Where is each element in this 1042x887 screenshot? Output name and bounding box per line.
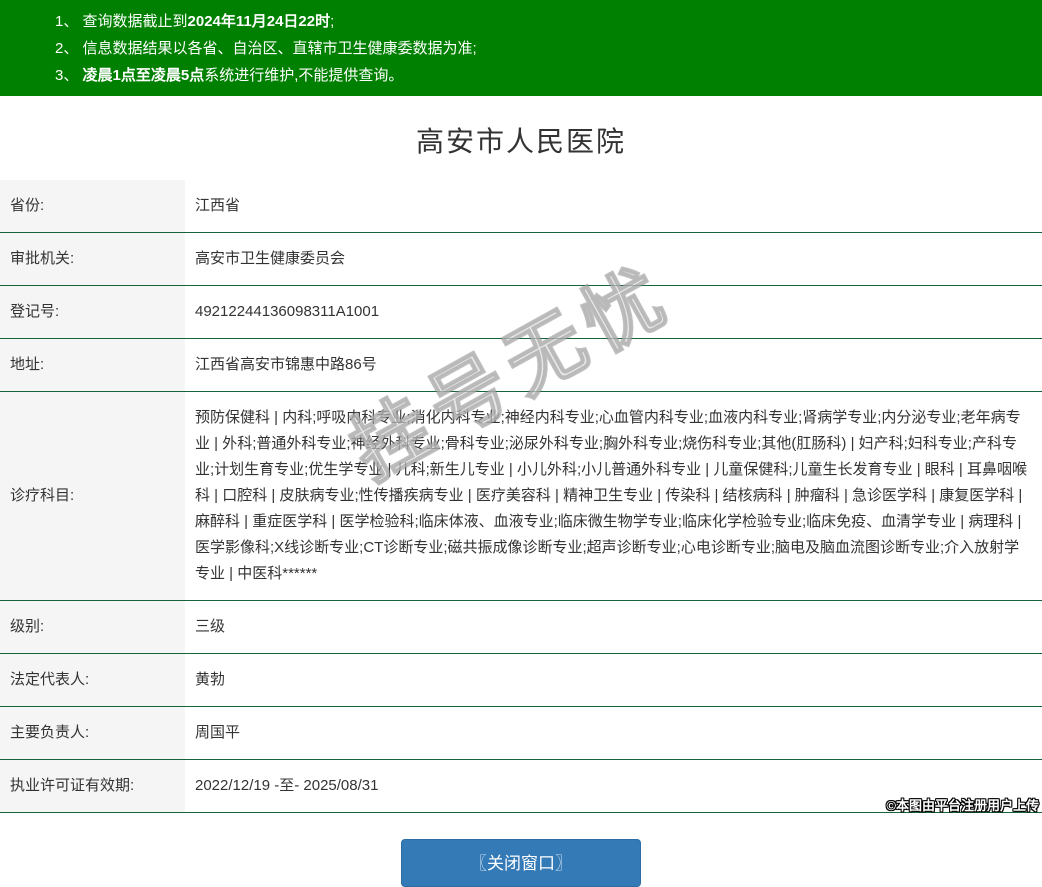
- row-value: 预防保健科 | 内科;呼吸内科专业;消化内科专业;神经内科专业;心血管内科专业;…: [195, 409, 1027, 582]
- row-label: 省份:: [0, 180, 185, 233]
- notice-line: 1、 查询数据截止到2024年11月24日22时;: [55, 13, 335, 30]
- row-label: 地址:: [0, 338, 185, 392]
- row-value: 周国平: [195, 724, 241, 741]
- table-row: 主要负责人: 周国平: [0, 706, 1042, 760]
- notice-line: 2、 信息数据结果以各省、自治区、直辖市卫生健康委数据为准;: [55, 40, 477, 57]
- table-row: 登记号: 49212244136098311A1001: [0, 285, 1042, 339]
- row-value: 江西省高安市锦惠中路86号: [195, 356, 377, 373]
- close-window-button[interactable]: 〖关闭窗口〗: [401, 839, 641, 887]
- table-row: 诊疗科目: 预防保健科 | 内科;呼吸内科专业;消化内科专业;神经内科专业;心血…: [0, 391, 1042, 601]
- row-label: 执业许可证有效期:: [0, 759, 185, 813]
- table-row: 审批机关: 高安市卫生健康委员会: [0, 232, 1042, 286]
- table-row: 级别: 三级: [0, 600, 1042, 654]
- row-value: 49212244136098311A1001: [195, 303, 380, 320]
- row-value: 江西省: [195, 197, 241, 214]
- row-value: 黄勃: [195, 671, 226, 688]
- row-label: 审批机关:: [0, 232, 185, 286]
- table-row: 地址: 江西省高安市锦惠中路86号: [0, 338, 1042, 392]
- notice-header: 1、 查询数据截止到2024年11月24日22时; 2、 信息数据结果以各省、自治…: [0, 0, 1042, 96]
- row-value: 三级: [195, 618, 226, 635]
- row-value: 高安市卫生健康委员会: [195, 250, 346, 267]
- row-label: 登记号:: [0, 285, 185, 339]
- row-label: 主要负责人:: [0, 706, 185, 760]
- table-row: 法定代表人: 黄勃: [0, 653, 1042, 707]
- hospital-info-table: 省份: 江西省 审批机关: 高安市卫生健康委员会 登记号: 4921224413…: [0, 180, 1042, 813]
- uploaded-by-caption: ©本图由平台注册用户上传: [886, 798, 1039, 813]
- page-title: 高安市人民医院: [415, 126, 626, 157]
- row-label: 级别:: [0, 600, 185, 654]
- notice-line: 3、 凌晨1点至凌晨5点系统进行维护,不能提供查询。: [55, 67, 404, 84]
- button-row: 〖关闭窗口〗: [0, 839, 1042, 887]
- table-row: 省份: 江西省: [0, 180, 1042, 233]
- row-label: 诊疗科目:: [0, 391, 185, 601]
- row-label: 法定代表人:: [0, 653, 185, 707]
